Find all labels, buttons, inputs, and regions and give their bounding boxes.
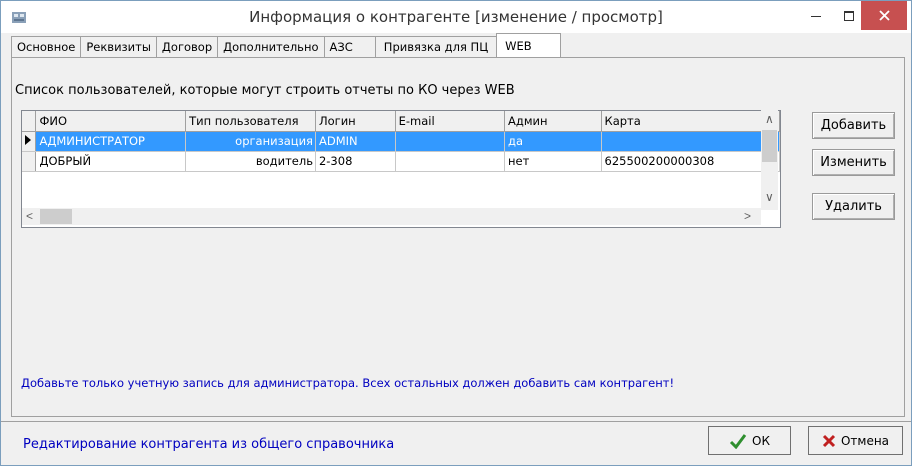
scroll-right-icon[interactable]: > bbox=[744, 209, 751, 223]
vertical-scrollbar[interactable]: ∧ ∨ bbox=[761, 110, 778, 210]
delete-user-button[interactable]: Удалить bbox=[812, 193, 895, 220]
cell-card[interactable] bbox=[601, 131, 780, 152]
table-row[interactable]: ДОБРЫЙ водитель 2-308 нет 62550020000030… bbox=[22, 151, 780, 172]
users-list-caption: Список пользователей, которые могут стро… bbox=[15, 83, 515, 98]
tab-binding-pc[interactable]: Привязка для ПЦ bbox=[374, 36, 498, 57]
cell-fio[interactable]: ДОБРЫЙ bbox=[35, 151, 187, 172]
checkmark-icon bbox=[729, 433, 747, 449]
horizontal-scroll-thumb[interactable] bbox=[40, 209, 72, 224]
scroll-up-icon[interactable]: ∧ bbox=[765, 112, 774, 126]
cell-fio[interactable]: АДМИНИСТРАТОР bbox=[35, 131, 187, 152]
close-icon bbox=[878, 10, 890, 21]
add-user-button[interactable]: Добавить bbox=[812, 112, 895, 139]
row-pointer-icon bbox=[25, 134, 31, 145]
column-header-fio[interactable]: ФИО bbox=[35, 111, 187, 132]
cell-email[interactable] bbox=[395, 151, 506, 172]
vertical-scroll-thumb[interactable] bbox=[762, 130, 777, 162]
tab-basic[interactable]: Основное bbox=[11, 36, 82, 57]
cell-admin[interactable]: нет bbox=[504, 151, 602, 172]
status-text: Редактирование контрагента из общего спр… bbox=[23, 437, 395, 452]
maximize-icon bbox=[844, 10, 854, 21]
title-bar[interactable]: Информация о контрагенте [изменение / пр… bbox=[1, 1, 911, 33]
column-header-email[interactable]: E-mail bbox=[395, 111, 506, 132]
row-indicator-header bbox=[22, 111, 37, 132]
tab-strip: Основное Реквизиты Договор Дополнительно… bbox=[11, 33, 561, 57]
tab-azs[interactable]: АЗС bbox=[323, 36, 376, 57]
grid-header-row: ФИО Тип пользователя Логин E-mail Админ … bbox=[22, 111, 780, 132]
tab-requisites[interactable]: Реквизиты bbox=[80, 36, 157, 57]
table-row[interactable]: АДМИНИСТРАТОР организация ADMIN да bbox=[22, 131, 780, 152]
window-title: Информация о контрагенте [изменение / пр… bbox=[249, 8, 663, 26]
ok-button[interactable]: ОК bbox=[708, 426, 791, 455]
cell-login[interactable]: ADMIN bbox=[315, 131, 396, 152]
tab-contract[interactable]: Договор bbox=[155, 36, 219, 57]
admin-hint-text: Добавьте только учетную запись для админ… bbox=[21, 376, 675, 390]
tab-web[interactable]: WEB bbox=[496, 33, 561, 57]
horizontal-scrollbar[interactable]: < > bbox=[22, 208, 761, 225]
close-button[interactable] bbox=[861, 1, 907, 30]
dialog-window: Информация о контрагенте [изменение / пр… bbox=[0, 0, 912, 466]
cell-admin[interactable]: да bbox=[504, 131, 602, 152]
cancel-button[interactable]: Отмена bbox=[808, 426, 903, 455]
tab-additional[interactable]: Дополнительно bbox=[217, 36, 325, 57]
cross-icon bbox=[822, 434, 836, 447]
current-row-indicator bbox=[22, 131, 37, 152]
minimize-icon bbox=[811, 15, 821, 17]
column-header-login[interactable]: Логин bbox=[315, 111, 396, 132]
scroll-left-icon[interactable]: < bbox=[26, 209, 33, 223]
ok-button-label: ОК bbox=[752, 433, 770, 448]
cell-type[interactable]: водитель bbox=[185, 151, 316, 172]
cell-login[interactable]: 2-308 bbox=[315, 151, 396, 172]
cell-card[interactable]: 625500200000308 bbox=[601, 151, 780, 172]
scroll-down-icon[interactable]: ∨ bbox=[765, 190, 774, 204]
column-header-type[interactable]: Тип пользователя bbox=[185, 111, 316, 132]
cell-type[interactable]: организация bbox=[185, 131, 316, 152]
column-header-admin[interactable]: Админ bbox=[504, 111, 602, 132]
row-indicator bbox=[22, 151, 37, 172]
edit-user-button[interactable]: Изменить bbox=[812, 149, 895, 176]
cell-email[interactable] bbox=[395, 131, 506, 152]
column-header-card[interactable]: Карта bbox=[601, 111, 780, 132]
cancel-button-label: Отмена bbox=[840, 433, 890, 448]
